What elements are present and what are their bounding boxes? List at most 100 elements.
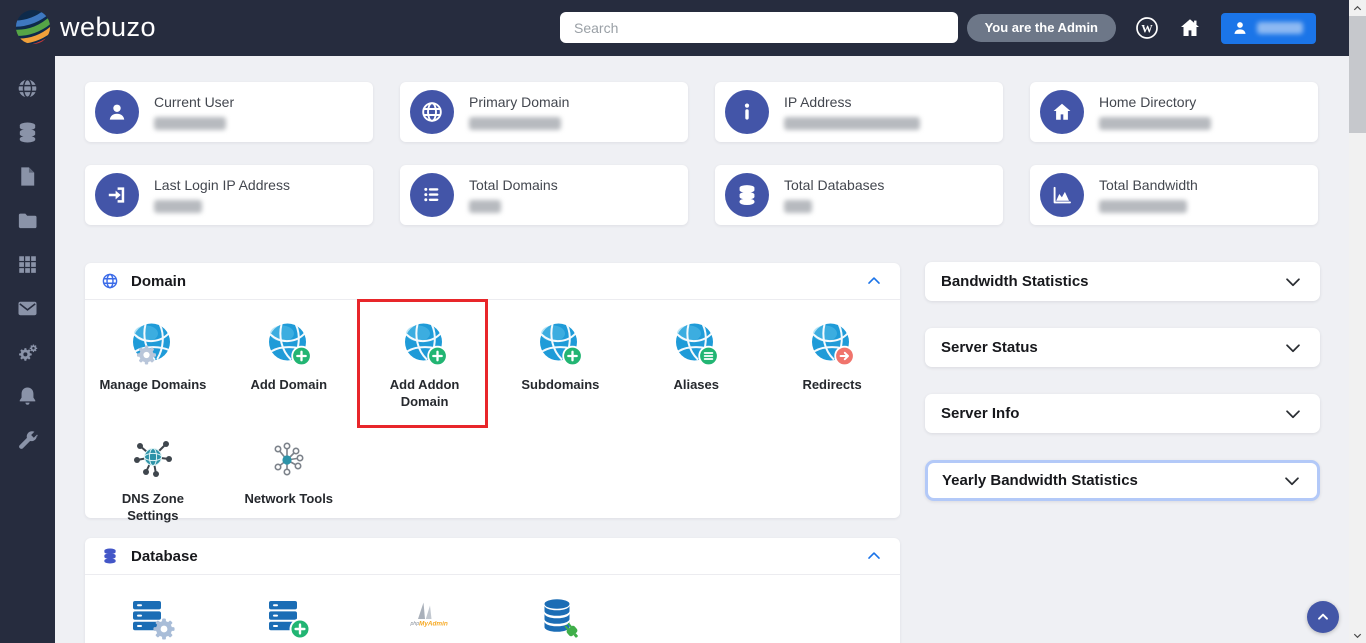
accordion-yearly-bandwidth-statistics[interactable]: Yearly Bandwidth Statistics xyxy=(925,460,1320,501)
accordion-server-info[interactable]: Server Info xyxy=(925,394,1320,433)
domain-item-label: Subdomains xyxy=(521,377,600,392)
svg-text:MyAdmin: MyAdmin xyxy=(419,621,448,628)
svg-text:php: php xyxy=(409,621,419,627)
domain-item-redirects[interactable]: Redirects xyxy=(764,308,900,422)
server-gear-icon xyxy=(129,595,177,643)
scrollbar-up-arrow-icon[interactable] xyxy=(1349,0,1366,16)
chevron-down-icon xyxy=(1281,470,1303,492)
home-icon[interactable] xyxy=(1178,16,1202,40)
user-icon xyxy=(1234,22,1246,34)
domain-item-manage-domains[interactable]: Manage Domains xyxy=(85,308,221,422)
header-globe-icon xyxy=(101,272,119,290)
wordpress-icon[interactable]: W xyxy=(1135,16,1159,40)
domain-item-aliases[interactable]: Aliases xyxy=(628,308,764,422)
scrollbar-thumb[interactable] xyxy=(1349,16,1366,133)
stat-card-title: Total Domains xyxy=(469,177,558,193)
stat-card-ip-address: IP Address xyxy=(715,82,1003,142)
stat-card-home-directory: Home Directory xyxy=(1030,82,1318,142)
page-scrollbar[interactable] xyxy=(1349,0,1366,643)
database-collapse-chevron-up-icon[interactable] xyxy=(864,546,884,566)
chevron-up-icon xyxy=(1318,613,1328,620)
sidebar-item-database[interactable] xyxy=(0,110,55,154)
side-folder-icon xyxy=(16,209,39,232)
stat-card-value-redacted xyxy=(1099,200,1187,213)
stat-card-total-bandwidth: Total Bandwidth xyxy=(1030,165,1318,225)
accordion-bandwidth-statistics[interactable]: Bandwidth Statistics xyxy=(925,262,1320,301)
domain-item-add-addon-domain[interactable]: Add Addon Domain xyxy=(357,308,493,422)
stat-card-last-login-ip-address: Last Login IP Address xyxy=(85,165,373,225)
globe-plus-icon xyxy=(536,320,584,368)
database-item-database-plug[interactable] xyxy=(492,583,628,643)
accordion-server-status[interactable]: Server Status xyxy=(925,328,1320,367)
accordion-label: Bandwidth Statistics xyxy=(941,273,1089,290)
stat-card-title: IP Address xyxy=(784,94,852,110)
stat-card-value-redacted xyxy=(154,200,202,213)
sidebar-item-grid[interactable] xyxy=(0,242,55,286)
webuzo-dashboard: webuzo You are the Admin W xyxy=(0,0,1366,643)
dns-zone-icon xyxy=(129,434,177,482)
side-mail-icon xyxy=(16,297,39,320)
stat-card-current-user: Current User xyxy=(85,82,373,142)
globe-gear-icon xyxy=(129,320,177,368)
scroll-to-top-button[interactable] xyxy=(1307,601,1339,633)
side-grid-icon xyxy=(16,253,39,276)
phpmyadmin-icon: php MyAdmin xyxy=(401,595,449,643)
network-tools-icon xyxy=(265,434,313,482)
sidebar-item-folder[interactable] xyxy=(0,198,55,242)
admin-role-badge: You are the Admin xyxy=(966,14,1116,42)
domain-item-network-tools[interactable]: Network Tools xyxy=(221,422,357,536)
stat-card-total-domains: Total Domains xyxy=(400,165,688,225)
scrollbar-track[interactable] xyxy=(1349,133,1366,627)
accordion-label: Server Status xyxy=(941,339,1038,356)
stat-card-title: Home Directory xyxy=(1099,94,1197,110)
card-home-icon xyxy=(1040,90,1084,134)
webuzo-logo[interactable]: webuzo xyxy=(14,8,156,46)
domain-item-label: Add Domain xyxy=(250,377,328,392)
domain-section-title: Domain xyxy=(131,272,187,290)
card-database-icon xyxy=(725,173,769,217)
domain-item-subdomains[interactable]: Subdomains xyxy=(492,308,628,422)
stat-card-value-redacted xyxy=(784,117,920,130)
side-globe-icon xyxy=(16,77,39,100)
search-input[interactable] xyxy=(560,12,958,43)
stat-card-title: Total Databases xyxy=(784,177,885,193)
accordion-label: Yearly Bandwidth Statistics xyxy=(942,472,1138,489)
accordion-label: Server Info xyxy=(941,405,1020,422)
sidebar-item-mail[interactable] xyxy=(0,286,55,330)
database-item-server-gear[interactable] xyxy=(85,583,221,643)
domain-item-label: Aliases xyxy=(673,377,720,392)
webuzo-logo-icon xyxy=(14,8,52,46)
globe-plus-icon xyxy=(401,320,449,368)
stat-card-value-redacted xyxy=(469,117,561,130)
stat-card-primary-domain: Primary Domain xyxy=(400,82,688,142)
globe-arrow-icon xyxy=(808,320,856,368)
side-file-icon xyxy=(16,165,39,188)
domain-collapse-chevron-up-icon[interactable] xyxy=(864,271,884,291)
card-list-icon xyxy=(410,173,454,217)
sidebar-item-file[interactable] xyxy=(0,154,55,198)
database-item-phpmyadmin[interactable]: php MyAdmin xyxy=(357,583,493,643)
domain-section-panel: Domain Manage Domains Add Domain Add Add… xyxy=(85,263,900,523)
scrollbar-down-arrow-icon[interactable] xyxy=(1349,627,1366,643)
database-section-title: Database xyxy=(131,547,198,565)
domain-item-label: Network Tools xyxy=(244,491,334,506)
user-menu-button[interactable] xyxy=(1221,12,1316,44)
navbar-right-group: You are the Admin W xyxy=(966,0,1316,56)
stat-cards-grid: Current User Primary Domain IP Address H… xyxy=(85,82,1318,225)
database-item-server-plus[interactable] xyxy=(221,583,357,643)
side-bell-icon xyxy=(16,385,39,408)
globe-list-icon xyxy=(672,320,720,368)
sidebar-item-gears[interactable] xyxy=(0,330,55,374)
card-user-icon xyxy=(95,90,139,134)
domain-item-label: Redirects xyxy=(802,377,862,392)
domain-item-add-domain[interactable]: Add Domain xyxy=(221,308,357,422)
sidebar-item-wrench[interactable] xyxy=(0,418,55,462)
card-globe-icon xyxy=(410,90,454,134)
domain-item-label: DNS Zone Settings xyxy=(121,491,184,523)
database-plug-icon xyxy=(536,595,584,643)
chevron-down-icon xyxy=(1282,271,1304,293)
sidebar-item-bell[interactable] xyxy=(0,374,55,418)
sidebar-item-globe[interactable] xyxy=(0,66,55,110)
database-items-grid: php MyAdmin xyxy=(85,575,900,643)
domain-item-dns-zone-settings[interactable]: DNS Zone Settings xyxy=(85,422,221,536)
